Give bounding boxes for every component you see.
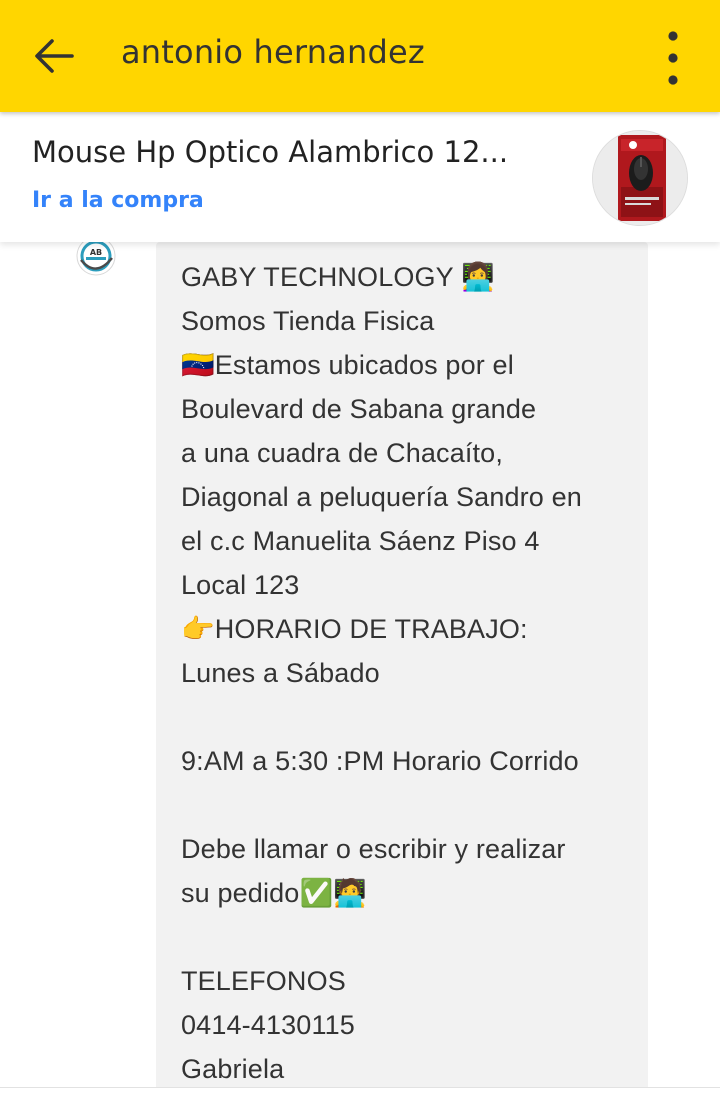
go-to-purchase-link[interactable]: Ir a la compra xyxy=(32,188,204,213)
sender-avatar[interactable]: AB xyxy=(72,242,120,280)
mouse-box-image xyxy=(593,131,687,225)
product-card[interactable]: Mouse Hp Optico Alambrico 12... Ir a la … xyxy=(0,112,720,242)
arrow-left-icon xyxy=(35,39,74,73)
app-bar: antonio hernandez xyxy=(0,0,720,112)
message-text: GABY TECHNOLOGY 👩‍💻 Somos Tienda Fisica … xyxy=(181,262,582,1084)
avatar-label: AB xyxy=(90,248,102,257)
conversation-title: antonio hernandez xyxy=(121,33,425,71)
chat-area[interactable]: AB GABY TECHNOLOGY 👩‍💻 Somos Tienda Fisi… xyxy=(0,242,720,1087)
store-logo-icon: AB xyxy=(76,242,116,276)
message-bubble[interactable]: GABY TECHNOLOGY 👩‍💻 Somos Tienda Fisica … xyxy=(156,242,648,1087)
more-vert-icon xyxy=(668,31,678,85)
overflow-menu-button[interactable] xyxy=(648,24,698,88)
back-button[interactable] xyxy=(22,24,86,88)
product-title: Mouse Hp Optico Alambrico 12... xyxy=(32,135,509,169)
product-thumbnail[interactable] xyxy=(592,130,688,226)
bottom-edge xyxy=(0,1087,720,1105)
